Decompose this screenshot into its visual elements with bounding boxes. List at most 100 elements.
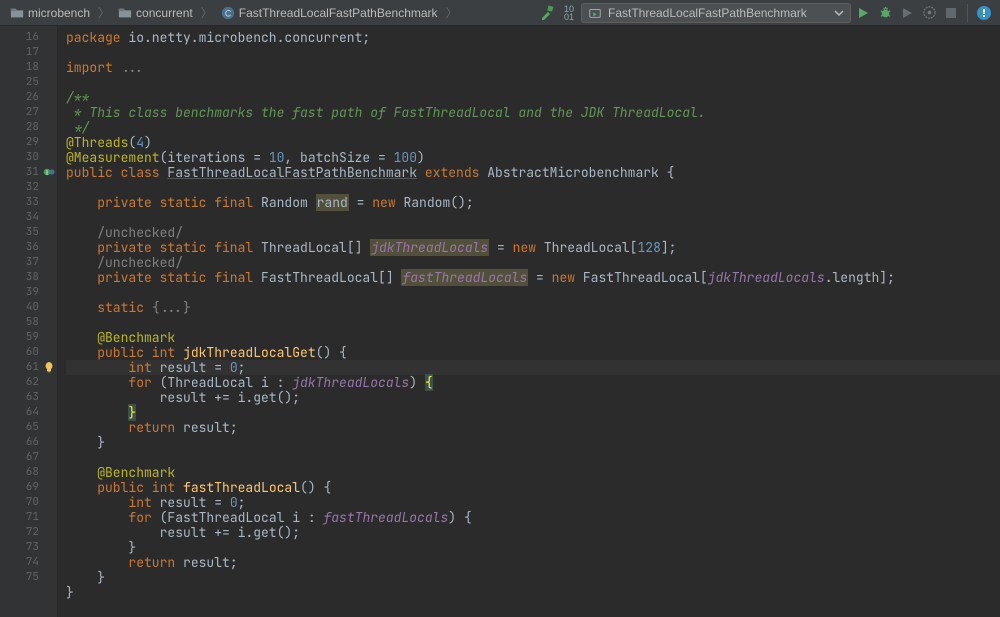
- line-number: 73: [0, 540, 57, 555]
- line-number: 71: [0, 510, 57, 525]
- override-icon[interactable]: I: [43, 166, 55, 178]
- breadcrumb-package-label: concurrent: [136, 6, 193, 20]
- line-number: 31I: [0, 165, 57, 180]
- breadcrumb-module-label: microbench: [28, 6, 90, 20]
- profile-button[interactable]: [919, 3, 939, 23]
- line-number: 34: [0, 210, 57, 225]
- code-editor[interactable]: 16171825262728293031I3233343536373839405…: [0, 26, 1000, 617]
- line-number: 58: [0, 315, 57, 330]
- run-config-label: FastThreadLocalFastPathBenchmark: [608, 6, 828, 20]
- code-area[interactable]: package io.netty.microbench.concurrent; …: [58, 26, 1000, 617]
- code-line[interactable]: [66, 180, 1000, 195]
- code-line[interactable]: }: [66, 540, 1000, 555]
- line-number: 62: [0, 375, 57, 390]
- breadcrumb-sep: 〉: [96, 4, 112, 21]
- code-line[interactable]: * This class benchmarks the fast path of…: [66, 105, 1000, 120]
- run-button[interactable]: [853, 3, 873, 23]
- line-number: 65: [0, 420, 57, 435]
- line-number: 16: [0, 30, 57, 45]
- line-number: 39: [0, 285, 57, 300]
- line-number: 38: [0, 270, 57, 285]
- line-number: 18: [0, 60, 57, 75]
- toolbar-divider: [967, 4, 968, 22]
- code-line[interactable]: result += i.get();: [66, 525, 1000, 540]
- line-number: 17: [0, 45, 57, 60]
- navigation-toolbar: microbench 〉 concurrent 〉 C FastThreadLo…: [0, 0, 1000, 26]
- line-number: 27: [0, 105, 57, 120]
- line-number: 69: [0, 480, 57, 495]
- code-line[interactable]: [66, 75, 1000, 90]
- code-line[interactable]: [66, 210, 1000, 225]
- code-line[interactable]: @Benchmark: [66, 330, 1000, 345]
- code-line[interactable]: /unchecked/: [66, 225, 1000, 240]
- folder-icon: [10, 6, 24, 20]
- code-line[interactable]: }: [66, 405, 1000, 420]
- updates-icon: [976, 5, 992, 21]
- code-line[interactable]: [66, 45, 1000, 60]
- code-line[interactable]: public class FastThreadLocalFastPathBenc…: [66, 165, 1000, 180]
- line-number: 37: [0, 255, 57, 270]
- intention-bulb-icon[interactable]: [43, 361, 55, 373]
- build-button[interactable]: [537, 3, 557, 23]
- stop-button[interactable]: [941, 3, 961, 23]
- code-line[interactable]: @Measurement(iterations = 10, batchSize …: [66, 150, 1000, 165]
- code-line[interactable]: }: [66, 435, 1000, 450]
- line-number: 67: [0, 450, 57, 465]
- run-config-selector[interactable]: FastThreadLocalFastPathBenchmark: [581, 3, 851, 23]
- code-line[interactable]: return result;: [66, 420, 1000, 435]
- code-line[interactable]: @Benchmark: [66, 465, 1000, 480]
- line-number: 25: [0, 75, 57, 90]
- code-line[interactable]: int result = 0;: [66, 495, 1000, 510]
- breadcrumb-class-label: FastThreadLocalFastPathBenchmark: [239, 6, 438, 20]
- breadcrumb-package[interactable]: concurrent: [114, 6, 197, 20]
- line-number: 28: [0, 120, 57, 135]
- code-line[interactable]: for (FastThreadLocal i : fastThreadLocal…: [66, 510, 1000, 525]
- code-line[interactable]: int result = 0;: [66, 360, 1000, 375]
- chevron-down-icon: [834, 8, 844, 18]
- code-line[interactable]: public int jdkThreadLocalGet() {: [66, 345, 1000, 360]
- line-number: 30: [0, 150, 57, 165]
- code-line[interactable]: }: [66, 585, 1000, 600]
- code-line[interactable]: */: [66, 120, 1000, 135]
- svg-text:I: I: [46, 170, 48, 177]
- code-line[interactable]: for (ThreadLocal i : jdkThreadLocals) {: [66, 375, 1000, 390]
- code-line[interactable]: /unchecked/: [66, 255, 1000, 270]
- code-line[interactable]: }: [66, 570, 1000, 585]
- code-line[interactable]: private static final FastThreadLocal[] f…: [66, 270, 1000, 285]
- code-line[interactable]: private static final ThreadLocal[] jdkTh…: [66, 240, 1000, 255]
- class-icon: C: [221, 6, 235, 20]
- debug-button[interactable]: [875, 3, 895, 23]
- breadcrumb-module[interactable]: microbench: [6, 6, 94, 20]
- line-number: 33: [0, 195, 57, 210]
- breadcrumb-sep: 〉: [199, 4, 215, 21]
- line-number: 36: [0, 240, 57, 255]
- code-line[interactable]: private static final Random rand = new R…: [66, 195, 1000, 210]
- svg-text:C: C: [225, 8, 231, 18]
- line-number: 35: [0, 225, 57, 240]
- code-line[interactable]: /**: [66, 90, 1000, 105]
- code-line[interactable]: [66, 315, 1000, 330]
- binary-icon-button[interactable]: 1001: [559, 3, 579, 23]
- code-line[interactable]: public int fastThreadLocal() {: [66, 480, 1000, 495]
- breadcrumb-class[interactable]: C FastThreadLocalFastPathBenchmark: [217, 6, 442, 20]
- play-icon: [856, 6, 870, 20]
- line-number: 75: [0, 570, 57, 585]
- code-line[interactable]: [66, 285, 1000, 300]
- breadcrumb-sep: 〉: [444, 4, 460, 21]
- profiler-icon: [922, 5, 937, 20]
- run-config-icon: [588, 6, 602, 20]
- code-line[interactable]: import ...: [66, 60, 1000, 75]
- code-line[interactable]: return result;: [66, 555, 1000, 570]
- line-number: 59: [0, 330, 57, 345]
- code-line[interactable]: result += i.get();: [66, 390, 1000, 405]
- code-line[interactable]: static {...}: [66, 300, 1000, 315]
- line-number: 63: [0, 390, 57, 405]
- line-number: 70: [0, 495, 57, 510]
- code-line[interactable]: [66, 450, 1000, 465]
- code-line[interactable]: @Threads(4): [66, 135, 1000, 150]
- line-number: 61: [0, 360, 57, 375]
- code-line[interactable]: package io.netty.microbench.concurrent;: [66, 30, 1000, 45]
- coverage-button[interactable]: [897, 3, 917, 23]
- line-number: 32: [0, 180, 57, 195]
- updates-indicator[interactable]: [974, 3, 994, 23]
